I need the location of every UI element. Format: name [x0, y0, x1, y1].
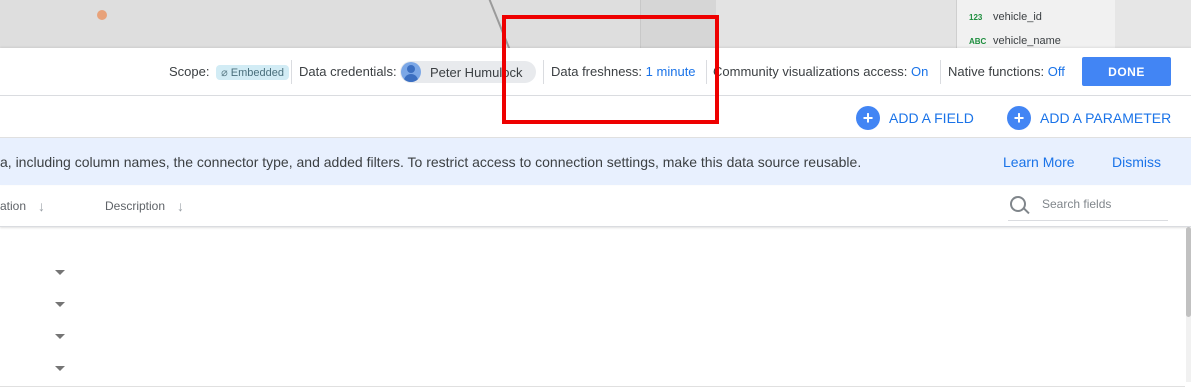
field-list-item[interactable]: 123 vehicle_id [969, 11, 1042, 23]
community-value-link[interactable]: On [911, 64, 928, 79]
text-type-icon: ABC [969, 36, 987, 46]
scope-value: Embedded [230, 66, 284, 79]
info-banner: a, including column names, the connector… [0, 138, 1191, 185]
credentials-chip[interactable]: Peter Humulock [400, 61, 536, 83]
aggregation-dropdown[interactable] [55, 270, 65, 275]
dismiss-button[interactable]: Dismiss [1112, 154, 1161, 170]
scrollbar-thumb[interactable] [1186, 227, 1191, 317]
search-fields[interactable] [1008, 194, 1168, 221]
scope-chip[interactable]: ⌀ Embedded [216, 65, 289, 81]
canvas-panel [0, 0, 640, 48]
table-row [0, 354, 1185, 387]
credentials-user: Peter Humulock [430, 64, 523, 80]
freshness-label: Data freshness: [551, 64, 643, 79]
add-field-button[interactable]: + ADD A FIELD [856, 106, 974, 130]
native-value-link[interactable]: Off [1048, 64, 1065, 79]
native-label: Native functions: [948, 64, 1045, 79]
plus-icon: + [856, 106, 880, 130]
add-field-label: ADD A FIELD [889, 110, 974, 126]
field-list-item[interactable]: ABC vehicle_name [969, 35, 1061, 47]
divider [940, 60, 941, 84]
add-parameter-label: ADD A PARAMETER [1040, 110, 1172, 126]
aggregation-dropdown[interactable] [55, 334, 65, 339]
learn-more-link[interactable]: Learn More [1003, 154, 1075, 170]
credentials-label: Data credentials: [299, 64, 397, 79]
sort-arrow-icon[interactable]: ↓ [177, 198, 184, 214]
paperclip-icon: ⌀ [221, 67, 228, 80]
canvas-panel [640, 0, 718, 48]
divider [291, 60, 292, 84]
freshness-value-link[interactable]: 1 minute [646, 64, 696, 79]
canvas-panel [716, 0, 956, 48]
field-name: vehicle_name [993, 35, 1061, 47]
data-point-marker [97, 10, 107, 20]
canvas-panel [1115, 0, 1191, 48]
search-icon [1010, 196, 1026, 212]
number-type-icon: 123 [969, 12, 983, 22]
table-row [0, 290, 1185, 323]
native-functions-setting[interactable]: Native functions: Off [948, 64, 1065, 79]
column-header-aggregation[interactable]: ation ↓ [0, 198, 45, 214]
table-row [0, 258, 1185, 291]
plus-icon: + [1007, 106, 1031, 130]
avatar [401, 62, 421, 82]
available-fields-panel: 123 vehicle_id ABC vehicle_name [956, 0, 1116, 48]
freshness-setting[interactable]: Data freshness: 1 minute [551, 64, 696, 79]
sort-arrow-icon[interactable]: ↓ [38, 198, 45, 214]
aggregation-dropdown[interactable] [55, 366, 65, 371]
divider [706, 60, 707, 84]
divider [543, 60, 544, 84]
scope-label: Scope: [169, 64, 210, 79]
search-input[interactable] [1040, 196, 1168, 212]
data-source-toolbar: Scope: ⌀ Embedded Data credentials: Pete… [0, 48, 1191, 96]
column-header-label: Description [105, 199, 166, 213]
table-row [0, 322, 1185, 355]
field-actions-bar: + ADD A FIELD + ADD A PARAMETER [0, 96, 1191, 138]
banner-message: a, including column names, the connector… [0, 154, 862, 170]
community-label: Community visualizations access: [713, 64, 908, 79]
scope-setting[interactable]: Scope: ⌀ Embedded [169, 64, 289, 81]
done-button[interactable]: DONE [1082, 57, 1171, 86]
fields-table-header: ation ↓ Description ↓ [0, 186, 1191, 227]
column-header-label: ation [0, 199, 27, 213]
column-header-description[interactable]: Description ↓ [105, 198, 184, 214]
community-viz-setting[interactable]: Community visualizations access: On [713, 64, 928, 79]
report-canvas: 123 vehicle_id ABC vehicle_name [0, 0, 1191, 48]
field-name: vehicle_id [993, 11, 1042, 23]
aggregation-dropdown[interactable] [55, 302, 65, 307]
add-parameter-button[interactable]: + ADD A PARAMETER [1007, 106, 1171, 130]
